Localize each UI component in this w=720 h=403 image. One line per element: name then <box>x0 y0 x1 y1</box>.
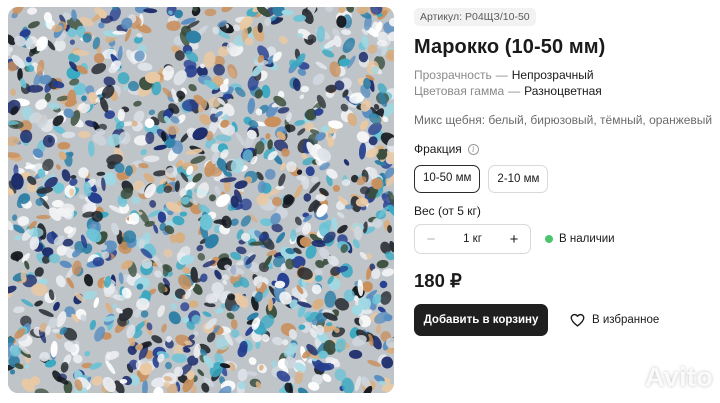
product-description: Микс щебня: белый, бирюзовый, тёмный, ор… <box>414 113 713 127</box>
price: 180 ₽ <box>414 270 462 291</box>
quantity-value: 1 кг <box>463 233 482 245</box>
product-title: Марокко (10-50 мм) <box>414 36 606 58</box>
sku-badge: Артикул: Р04ЩЗ/10-50 <box>414 8 536 26</box>
info-icon[interactable]: i <box>467 143 479 155</box>
avito-logo-icon <box>612 363 642 393</box>
action-row: Добавить в корзину В избранное <box>414 304 714 336</box>
avito-wordmark: Avito <box>645 362 713 392</box>
property-value: Разноцветная <box>524 84 602 98</box>
fraction-label: Фракция <box>414 142 462 156</box>
heart-icon <box>570 313 585 327</box>
property-row-color: Цветовая гамма — Разноцветная <box>414 83 714 99</box>
add-to-cart-button[interactable]: Добавить в корзину <box>414 304 548 336</box>
quantity-stepper: − 1 кг + <box>414 224 531 254</box>
increment-button[interactable]: + <box>506 231 522 248</box>
property-dash: — <box>495 68 508 82</box>
product-info: Артикул: Р04ЩЗ/10-50 Марокко (10-50 мм) … <box>414 7 714 336</box>
product-image[interactable] <box>8 7 394 393</box>
decrement-button[interactable]: − <box>423 231 439 248</box>
fraction-option-2-10[interactable]: 2-10 мм <box>488 165 549 193</box>
favorite-button[interactable]: В избранное <box>570 313 659 327</box>
stock-text: В наличии <box>559 233 615 245</box>
fraction-option-10-50[interactable]: 10-50 мм <box>414 165 481 193</box>
favorite-label: В избранное <box>592 314 660 326</box>
stock-status: В наличии <box>545 233 615 245</box>
avito-watermark: Avito <box>612 362 713 393</box>
property-row-transparency: Прозрачность — Непрозрачный <box>414 67 714 83</box>
fraction-label-row: Фракция i <box>414 142 714 156</box>
gravel-photo <box>8 7 394 393</box>
property-key: Прозрачность <box>414 68 492 82</box>
property-key: Цветовая гамма <box>414 84 505 98</box>
product-properties: Прозрачность — Непрозрачный Цветовая гам… <box>414 67 714 99</box>
weight-row: − 1 кг + В наличии <box>414 224 714 254</box>
weight-label: Вес (от 5 кг) <box>414 204 481 218</box>
fraction-options: 10-50 мм 2-10 мм <box>414 165 714 193</box>
stock-dot-icon <box>545 235 553 243</box>
property-value: Непрозрачный <box>511 68 594 82</box>
property-dash: — <box>508 84 521 98</box>
